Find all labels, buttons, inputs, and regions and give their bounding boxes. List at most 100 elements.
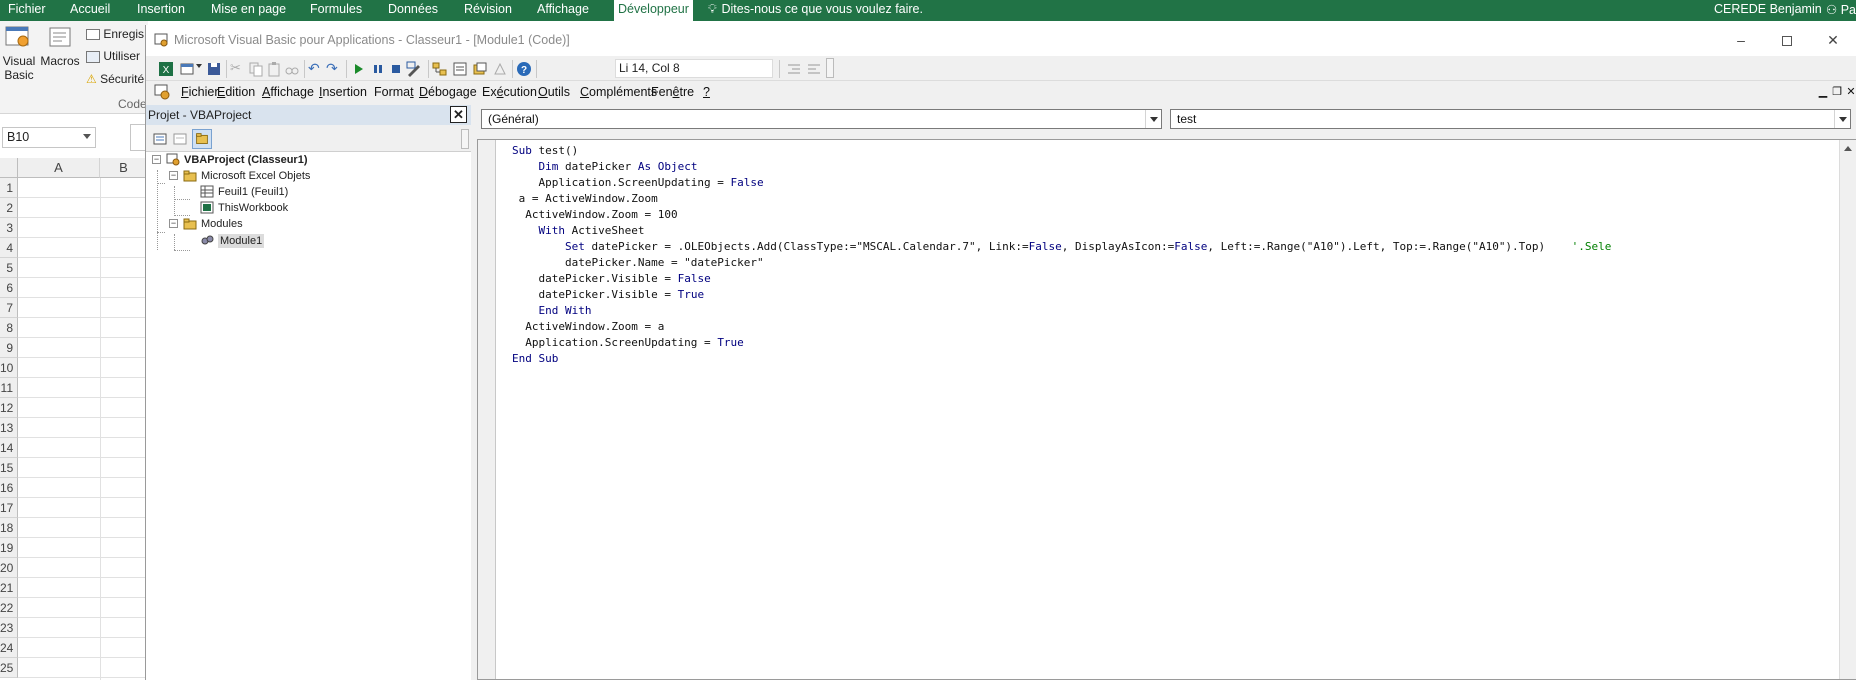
select-all-corner[interactable] [0,158,18,178]
collapse-project-toggle[interactable]: − [152,155,161,164]
row-header[interactable]: 11 [0,378,18,398]
row-header[interactable]: 2 [0,198,18,218]
menu-help[interactable]: ? [703,81,710,103]
collapse-excel-objects-toggle[interactable]: − [169,171,178,180]
column-header-b[interactable]: B [100,158,148,178]
menu-fenêtre[interactable]: Fenêtre [651,81,694,103]
code-line[interactable]: ActiveWindow.Zoom = a [512,319,1611,335]
run-icon[interactable] [350,61,366,77]
code-line[interactable]: With ActiveSheet [512,223,1611,239]
excel-view-icon[interactable]: X [158,61,174,77]
row-header[interactable]: 23 [0,618,18,638]
row-header[interactable]: 18 [0,518,18,538]
ribbon-tab-affichage[interactable]: Affichage [533,0,593,21]
name-box[interactable]: B10 [2,127,96,148]
cut-icon[interactable]: ✂ [230,60,241,76]
row-header[interactable]: 4 [0,238,18,258]
chevron-down-icon[interactable] [83,134,91,139]
code-line[interactable]: Dim datePicker As Object [512,159,1611,175]
row-header[interactable]: 3 [0,218,18,238]
procedure-combo[interactable]: test [1170,109,1851,129]
menu-insertion[interactable]: Insertion [319,81,367,103]
pause-icon[interactable] [370,61,386,77]
row-header[interactable]: 25 [0,658,18,678]
toolbox-icon[interactable] [492,61,508,77]
chevron-down-icon[interactable] [1145,110,1161,128]
ribbon-tab-fichier[interactable]: Fichier [4,0,50,21]
mdi-restore-icon[interactable]: ❐ [1830,84,1844,100]
row-header[interactable]: 19 [0,538,18,558]
menu-outils[interactable]: Outils [538,81,570,103]
vbe-title-bar[interactable]: Microsoft Visual Basic pour Applications… [146,25,1856,56]
menu-compléments[interactable]: Compléments [580,81,657,103]
tree-node-modules[interactable]: Modules [201,217,243,231]
tree-node-feuil1[interactable]: Feuil1 (Feuil1) [218,185,288,199]
code-line[interactable]: Application.ScreenUpdating = False [512,175,1611,191]
code-margin[interactable] [478,140,496,679]
maximize-button[interactable] [1764,25,1810,56]
code-line[interactable]: Set datePicker = .OLEObjects.Add(ClassTy… [512,239,1611,255]
scroll-up-icon[interactable] [1844,146,1852,151]
record-macro-button[interactable]: Enregis [86,27,144,41]
code-line[interactable]: datePicker.Visible = True [512,287,1611,303]
row-header[interactable]: 13 [0,418,18,438]
indent-icon[interactable] [786,61,802,77]
outdent-icon[interactable] [806,61,822,77]
visual-basic-button[interactable]: Visual Basic [2,25,35,82]
row-header[interactable]: 14 [0,438,18,458]
ribbon-tab-accueil[interactable]: Accueil [66,0,114,21]
code-line[interactable]: datePicker.Visible = False [512,271,1611,287]
chevron-down-icon[interactable] [1834,110,1850,128]
code-text[interactable]: Sub test() Dim datePicker As Object Appl… [512,143,1611,367]
project-explorer-title-bar[interactable]: Projet - VBAProject ✕ [146,105,471,125]
close-button[interactable]: ✕ [1810,25,1856,56]
ribbon-tab-révision[interactable]: Révision [460,0,516,21]
code-line[interactable]: Sub test() [512,143,1611,159]
row-header[interactable]: 9 [0,338,18,358]
row-header[interactable]: 8 [0,318,18,338]
row-header[interactable]: 1 [0,178,18,198]
tree-node-excel-objects[interactable]: Microsoft Excel Objets [201,169,310,183]
menu-edition[interactable]: Edition [217,81,255,103]
ribbon-tab-développeur[interactable]: Développeur [614,0,693,21]
object-browser-icon[interactable] [472,61,488,77]
row-header[interactable]: 6 [0,278,18,298]
menu-format[interactable]: Format [374,81,414,103]
macros-button[interactable]: Macros [38,25,82,68]
paste-icon[interactable] [266,61,282,77]
copy-icon[interactable] [248,61,264,77]
redo-icon[interactable]: ↷ [326,60,338,77]
mdi-minimize-icon[interactable]: ▁ [1816,84,1830,100]
minimize-button[interactable]: ‒ [1718,25,1764,56]
row-header[interactable]: 22 [0,598,18,618]
design-mode-icon[interactable] [406,61,422,77]
save-icon[interactable] [206,61,222,77]
menu-exécution[interactable]: Exécution [482,81,537,103]
close-icon[interactable]: ✕ [450,106,467,123]
row-header[interactable]: 7 [0,298,18,318]
row-header[interactable]: 16 [0,478,18,498]
view-object-icon[interactable] [172,131,188,147]
row-header[interactable]: 21 [0,578,18,598]
code-line[interactable]: End Sub [512,351,1611,367]
collapse-modules-toggle[interactable]: − [169,219,178,228]
code-line[interactable]: ActiveWindow.Zoom = 100 [512,207,1611,223]
object-combo[interactable]: (Général) [481,109,1162,129]
row-header[interactable]: 12 [0,398,18,418]
code-line[interactable]: datePicker.Name = "datePicker" [512,255,1611,271]
project-toolbar-overflow[interactable] [461,129,469,149]
row-header[interactable]: 15 [0,458,18,478]
vbe-menu-icon[interactable] [154,84,170,100]
tree-node-vbaproject[interactable]: VBAProject (Classeur1) [184,153,308,167]
relative-ref-button[interactable]: Utiliser [86,49,140,63]
row-header[interactable]: 10 [0,358,18,378]
macro-security-button[interactable]: ⚠ Sécurité [86,72,144,86]
insert-userform-icon[interactable] [180,61,196,77]
row-header[interactable]: 20 [0,558,18,578]
stop-icon[interactable] [388,61,404,77]
code-line[interactable]: End With [512,303,1611,319]
row-header[interactable]: 24 [0,638,18,658]
ribbon-tab-insertion[interactable]: Insertion [133,0,189,21]
properties-icon[interactable] [452,61,468,77]
find-icon[interactable] [284,61,300,77]
